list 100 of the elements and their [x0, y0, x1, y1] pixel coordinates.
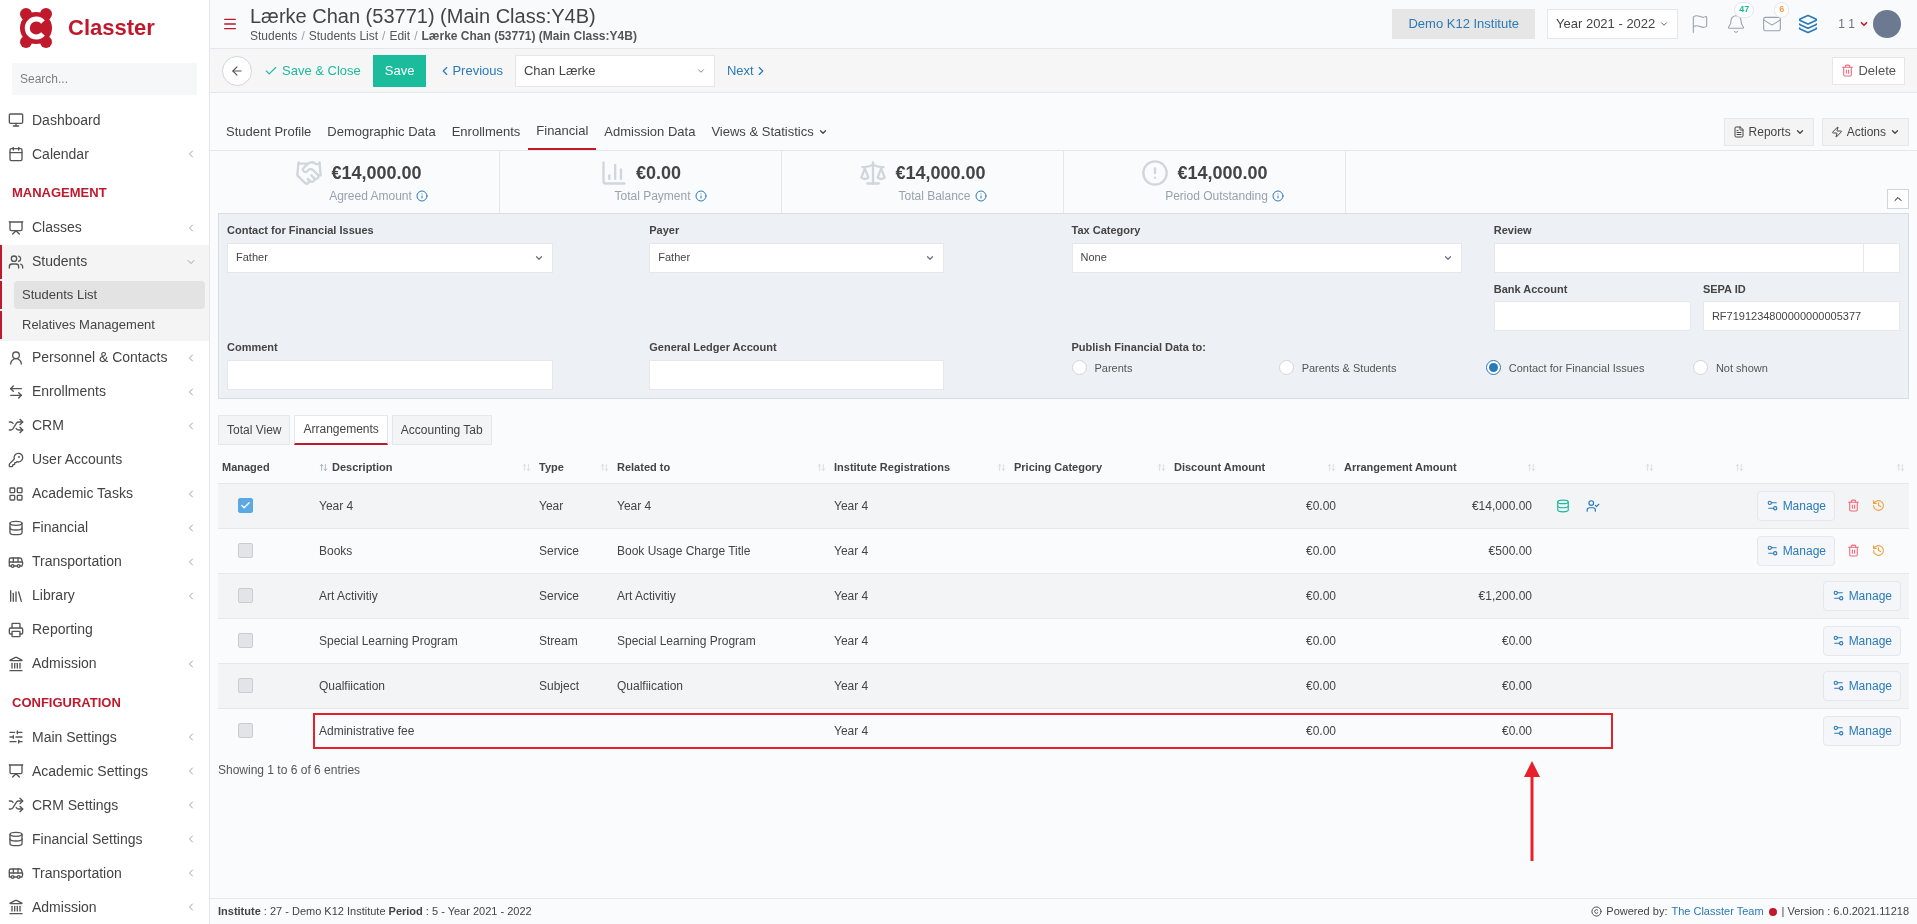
- user-check-icon[interactable]: [1586, 498, 1600, 513]
- input-field[interactable]: [227, 359, 554, 390]
- checkbox[interactable]: [238, 633, 253, 648]
- select-field[interactable]: Father: [649, 242, 944, 273]
- info-icon[interactable]: [415, 190, 428, 202]
- select-field[interactable]: Father: [227, 242, 554, 273]
- sort-icon[interactable]: [1896, 463, 1905, 472]
- tab[interactable]: Enrollments: [443, 114, 529, 150]
- previous-link[interactable]: Previous: [438, 60, 503, 81]
- breadcrumb-item[interactable]: Students List: [308, 29, 379, 44]
- collapse-button[interactable]: [1887, 189, 1909, 209]
- info-icon[interactable]: [1271, 190, 1284, 202]
- sort-icon[interactable]: [1157, 463, 1166, 472]
- sidebar-item[interactable]: Financial: [0, 510, 209, 545]
- select-field[interactable]: None: [1071, 242, 1462, 273]
- sidebar-item[interactable]: Admission: [0, 890, 209, 924]
- sidebar-item[interactable]: Dashboard: [0, 103, 209, 137]
- subtab[interactable]: Total View: [218, 414, 291, 445]
- bell-icon[interactable]: [1726, 14, 1747, 34]
- manage-button[interactable]: Manage: [1822, 580, 1901, 611]
- checkbox[interactable]: [238, 723, 253, 738]
- sort-icon[interactable]: [1735, 463, 1744, 472]
- sidebar-subitem[interactable]: Relatives Management: [14, 310, 205, 339]
- student-select[interactable]: Chan Lærke: [515, 54, 715, 87]
- info-icon[interactable]: [974, 190, 987, 202]
- sidebar-item[interactable]: Main Settings: [0, 720, 209, 754]
- input-field[interactable]: RF7191234800000000005377: [1702, 301, 1900, 331]
- delete-button[interactable]: Delete: [1832, 56, 1905, 85]
- sort-icon[interactable]: [1645, 463, 1654, 472]
- action-dropdown[interactable]: Actions: [1821, 118, 1909, 146]
- sidebar-item[interactable]: Admission: [0, 646, 209, 681]
- tab[interactable]: Demographic Data: [319, 114, 444, 150]
- sidebar-item[interactable]: CRM: [0, 408, 209, 443]
- sort-icon[interactable]: [997, 463, 1006, 472]
- sidebar-item[interactable]: Academic Settings: [0, 754, 209, 788]
- avatar[interactable]: [1873, 10, 1901, 38]
- next-link[interactable]: Next: [727, 60, 768, 81]
- history-icon[interactable]: [1872, 499, 1885, 512]
- layers-icon[interactable]: [1798, 14, 1819, 34]
- delete-icon[interactable]: [1847, 499, 1860, 512]
- input-field[interactable]: [1493, 301, 1691, 331]
- radio-option[interactable]: Not shown: [1692, 359, 1900, 376]
- subtab[interactable]: Arrangements: [294, 414, 388, 445]
- input-field[interactable]: [649, 359, 944, 390]
- back-button[interactable]: [222, 55, 252, 86]
- sort-icon[interactable]: [1527, 463, 1536, 472]
- mail-icon[interactable]: [1762, 14, 1783, 34]
- column-header[interactable]: Related to: [617, 459, 813, 476]
- breadcrumb-item[interactable]: Edit: [389, 29, 411, 44]
- manage-button[interactable]: Manage: [1822, 670, 1901, 701]
- breadcrumb-item[interactable]: Students: [250, 29, 298, 44]
- sidebar-item[interactable]: Library: [0, 578, 209, 613]
- search-field[interactable]: Search...: [12, 63, 197, 95]
- sidebar-item[interactable]: Enrollments: [0, 374, 209, 409]
- tab[interactable]: Views & Statistics: [703, 114, 836, 150]
- sort-icon[interactable]: [522, 463, 531, 472]
- column-header[interactable]: Managed: [222, 459, 311, 476]
- manage-button[interactable]: Manage: [1822, 625, 1901, 656]
- column-header[interactable]: Description: [332, 459, 518, 476]
- year-dropdown[interactable]: Year 2021 - 2022: [1547, 9, 1679, 39]
- checkbox[interactable]: [238, 543, 253, 558]
- column-header[interactable]: Type: [539, 459, 596, 476]
- manage-button[interactable]: Manage: [1822, 715, 1901, 746]
- sort-icon[interactable]: [600, 463, 609, 472]
- team-link[interactable]: The Classter Team: [1671, 903, 1764, 920]
- radio-option[interactable]: Parents: [1071, 359, 1279, 376]
- info-icon[interactable]: [694, 190, 707, 202]
- sidebar-item[interactable]: Financial Settings: [0, 822, 209, 856]
- sidebar-item[interactable]: Transportation: [0, 544, 209, 579]
- radio-option[interactable]: Contact for Financial Issues: [1485, 359, 1693, 376]
- sidebar-item[interactable]: Personnel & Contacts: [0, 340, 209, 375]
- manage-button[interactable]: Manage: [1756, 490, 1835, 521]
- sidebar-item[interactable]: Classes: [0, 210, 209, 245]
- sidebar-subitem[interactable]: Students List: [14, 280, 205, 309]
- checkbox[interactable]: [238, 588, 253, 603]
- sidebar-item[interactable]: Transportation: [0, 856, 209, 890]
- column-header[interactable]: Institute Registrations: [834, 459, 993, 476]
- sidebar-item[interactable]: Students: [0, 244, 209, 279]
- column-header[interactable]: Discount Amount: [1174, 459, 1323, 476]
- column-header[interactable]: Arrangement Amount: [1344, 459, 1523, 476]
- action-dropdown[interactable]: Reports: [1723, 118, 1814, 146]
- sidebar-item[interactable]: Calendar: [0, 137, 209, 171]
- sidebar-item[interactable]: Academic Tasks: [0, 476, 209, 511]
- radio-option[interactable]: Parents & Students: [1278, 359, 1486, 376]
- sort-icon[interactable]: [319, 463, 328, 472]
- tab[interactable]: Student Profile: [218, 114, 320, 150]
- review-field[interactable]: [1493, 242, 1900, 273]
- column-header[interactable]: Pricing Category: [1014, 459, 1153, 476]
- institute-label[interactable]: Demo K12 Institute: [1392, 9, 1536, 39]
- sidebar-item[interactable]: User Accounts: [0, 442, 209, 477]
- subtab[interactable]: Accounting Tab: [391, 414, 492, 445]
- manage-button[interactable]: Manage: [1756, 535, 1835, 566]
- sidebar-item[interactable]: CRM Settings: [0, 788, 209, 822]
- tab[interactable]: Admission Data: [596, 114, 704, 150]
- tab[interactable]: Financial: [528, 114, 597, 150]
- checkbox[interactable]: [238, 498, 253, 513]
- user-name[interactable]: 1 1: [1838, 15, 1855, 33]
- sidebar-item[interactable]: Reporting: [0, 612, 209, 647]
- history-icon[interactable]: [1872, 544, 1885, 557]
- checkbox[interactable]: [238, 678, 253, 693]
